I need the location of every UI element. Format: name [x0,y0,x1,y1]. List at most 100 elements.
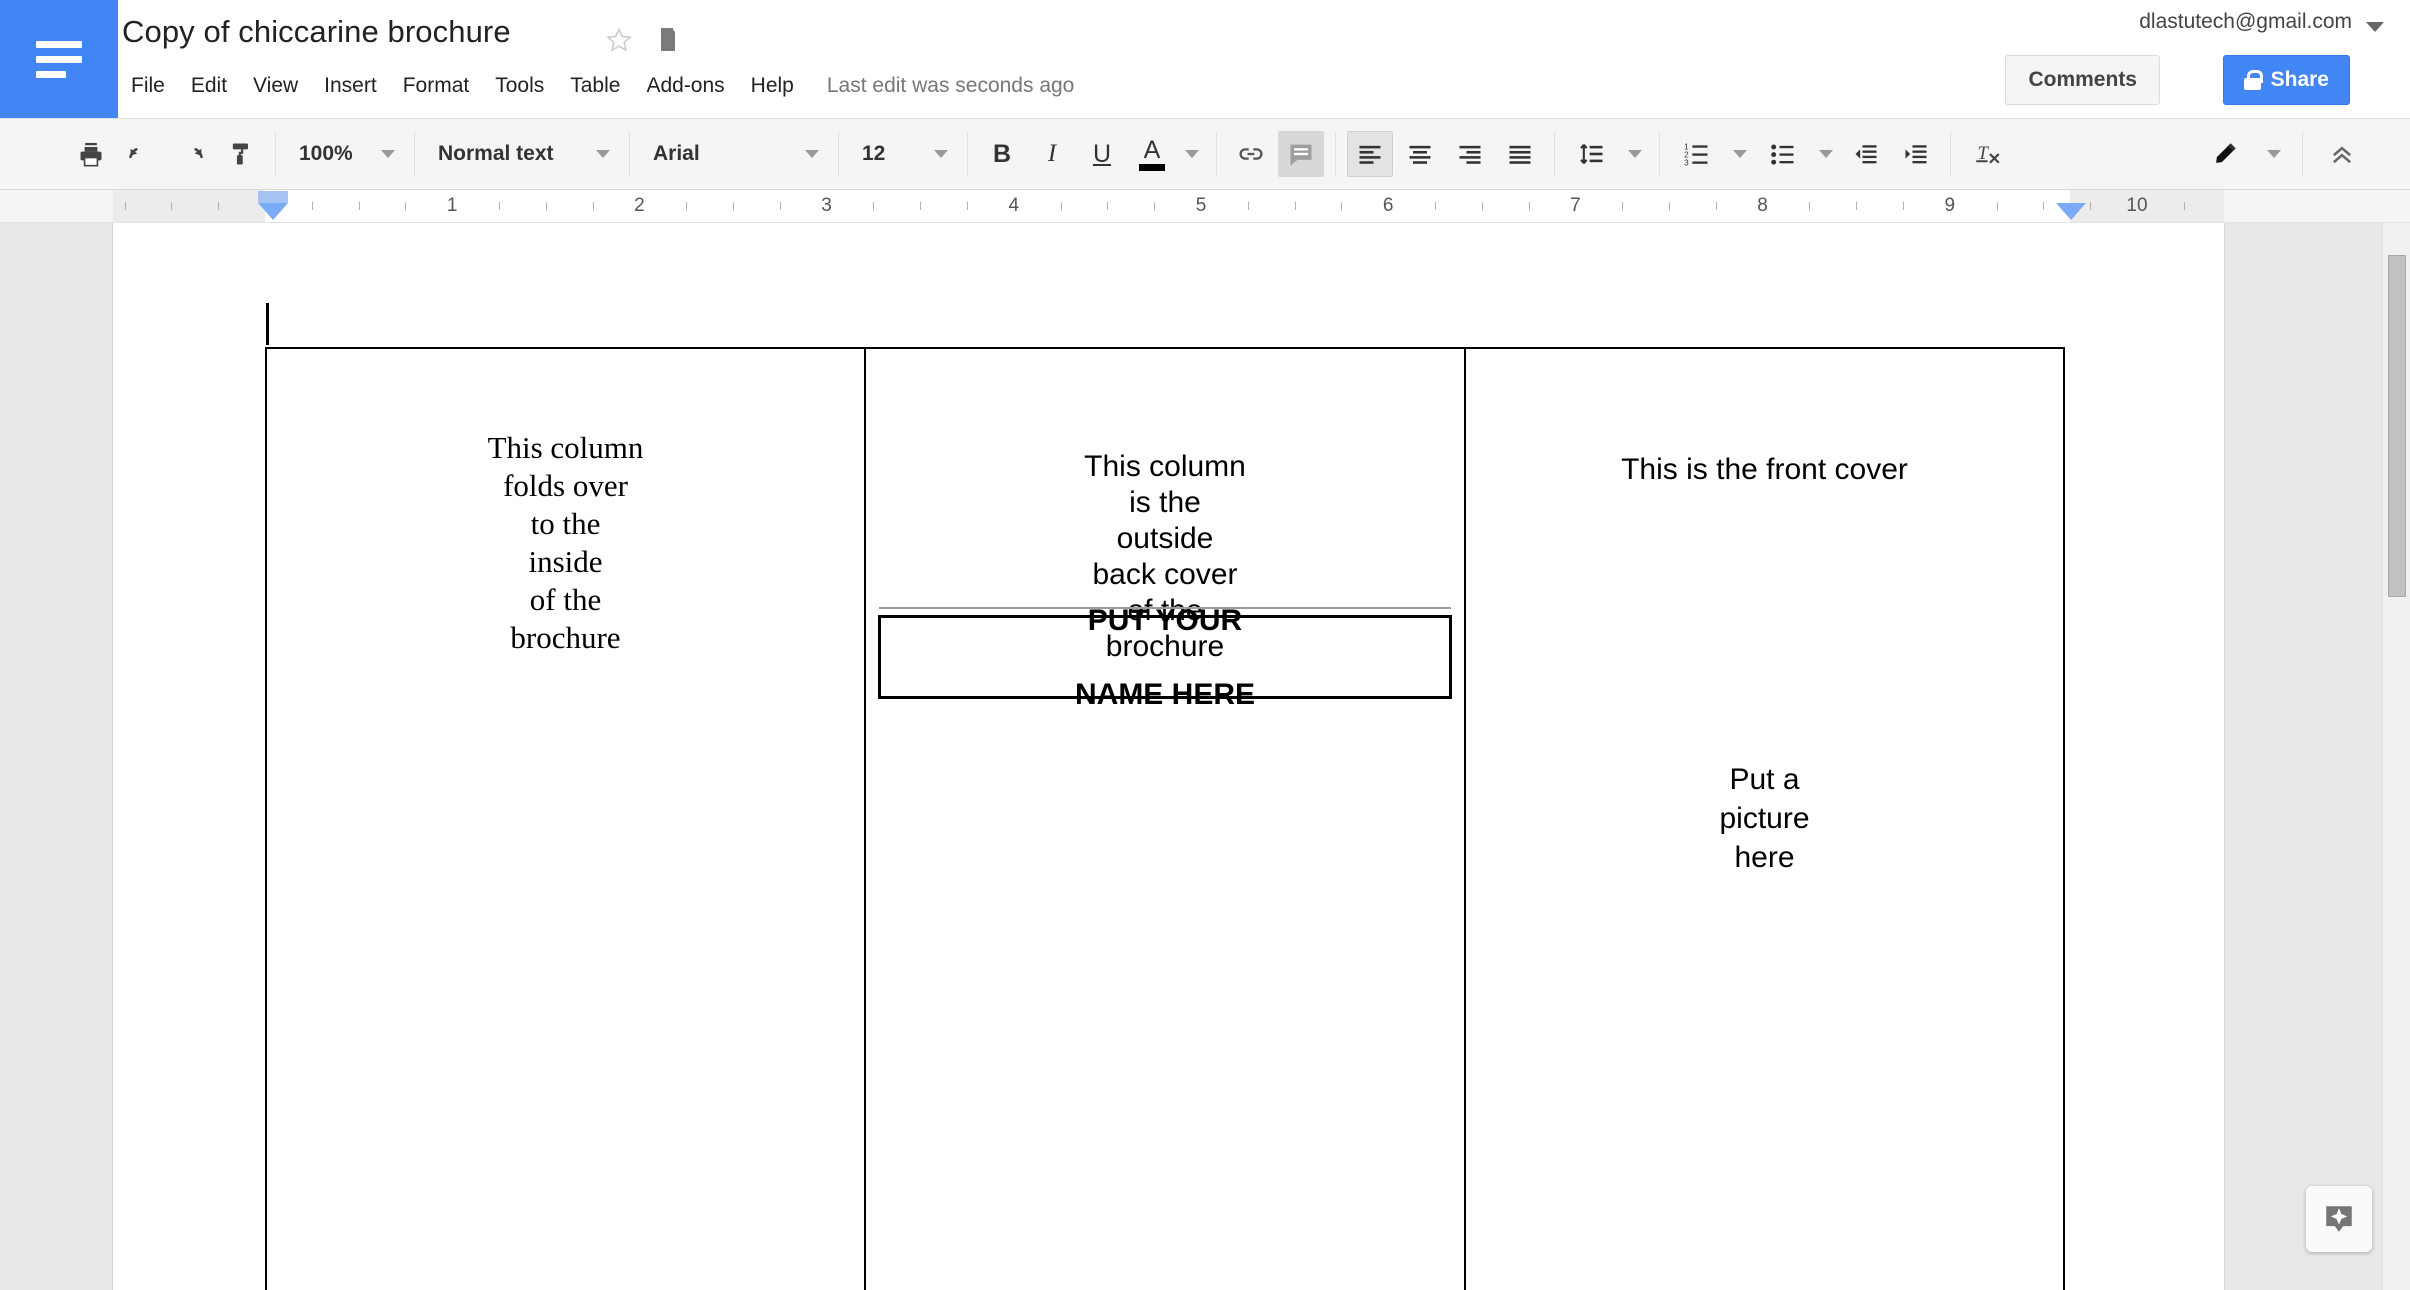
zoom-dropdown[interactable]: 100% [285,131,405,177]
comments-button-label: Comments [2028,68,2137,91]
align-left-button[interactable] [1347,131,1393,177]
numbered-list-button[interactable]: 1 2 3 [1671,131,1723,177]
ruler-page-area [113,190,2224,222]
account-email[interactable]: dlastutech@gmail.com [2139,10,2352,34]
menu-insert[interactable]: Insert [311,70,390,102]
explore-button[interactable] [2306,1186,2372,1252]
first-line-indent-marker[interactable] [258,203,288,220]
ruler-tick [967,202,968,210]
paragraph-style-value: Normal text [438,142,554,165]
ruler-tick [592,202,594,210]
print-button[interactable] [68,131,114,177]
menu-edit[interactable]: Edit [178,70,240,102]
chevron-down-icon[interactable] [2366,22,2384,32]
redo-button[interactable] [168,131,214,177]
text-color-button[interactable]: A [1129,131,1175,177]
ruler-tick [1107,202,1109,210]
explore-sparkle-icon [2326,1206,2352,1232]
toolbar-divider [629,132,630,176]
add-comment-button[interactable] [1278,131,1324,177]
align-right-button[interactable] [1447,131,1493,177]
font-size-dropdown[interactable]: 12 [848,131,958,177]
numbered-list-dropdown[interactable] [1727,131,1753,177]
brochure-column-2[interactable]: This column is the outside back cover of… [866,349,1466,1290]
underline-button[interactable]: U [1079,131,1125,177]
column1-line: folds over [503,468,628,503]
align-justify-button[interactable] [1497,131,1543,177]
paint-format-button[interactable] [218,131,264,177]
ruler-tick [358,202,360,210]
chevron-down-icon [2267,150,2281,158]
last-edit-status[interactable]: Last edit was seconds ago [827,74,1075,98]
decrease-indent-icon [1855,145,1877,164]
decrease-indent-button[interactable] [1843,131,1889,177]
ruler-number: 4 [1008,195,1020,216]
brochure-table[interactable]: This column folds over to the inside of … [265,347,2065,1290]
chevron-down-icon [1185,150,1199,158]
docs-home-logo[interactable] [0,0,118,118]
link-icon [1239,148,1263,160]
right-indent-marker[interactable] [2056,203,2086,220]
editing-mode-button[interactable] [2197,131,2253,177]
menu-table[interactable]: Table [557,70,633,102]
bulleted-list-dropdown[interactable] [1813,131,1839,177]
chevron-up-double-icon [2332,146,2352,164]
align-justify-icon [1509,145,1531,164]
paragraph-style-dropdown[interactable]: Normal text [424,131,620,177]
picture-placeholder-text: Put a picture here [1466,760,2063,877]
font-family-value: Arial [653,142,700,165]
ruler-number: 7 [1570,195,1581,216]
folder-icon[interactable] [660,26,692,52]
print-icon [80,142,102,167]
font-family-dropdown[interactable]: Arial [639,131,829,177]
ruler-tick [920,202,922,210]
toolbar-divider [2302,132,2303,176]
vertical-scrollbar[interactable] [2382,223,2410,1290]
horizontal-ruler[interactable]: 1 2 3 4 5 6 7 8 9 10 [0,190,2410,223]
column1-line: inside [528,544,603,579]
share-button[interactable]: Share [2222,55,2350,105]
menu-help[interactable]: Help [738,70,807,102]
undo-button[interactable] [118,131,164,177]
bold-button[interactable]: B [979,131,1025,177]
menu-file[interactable]: File [118,70,178,102]
menu-add-ons[interactable]: Add-ons [633,70,737,102]
front-cover-title: This is the front cover [1621,453,1908,486]
align-center-button[interactable] [1397,131,1443,177]
ruler-tick [1294,202,1296,210]
document-title[interactable]: Copy of chiccarine brochure [122,14,511,50]
ruler-tick [733,202,734,210]
increase-indent-icon [1905,145,1927,164]
svg-text:3: 3 [1684,159,1689,168]
increase-indent-button[interactable] [1893,131,1939,177]
name-box-line: PUT YOUR [1087,603,1243,637]
brochure-column-3[interactable]: This is the front cover Put a picture he… [1466,349,2063,1290]
editing-mode-dropdown[interactable] [2257,131,2291,177]
collapse-toolbar-button[interactable] [2314,131,2370,177]
menu-format[interactable]: Format [390,70,483,102]
clear-formatting-button[interactable]: T [1962,131,2018,177]
italic-button[interactable]: I [1029,131,1075,177]
ruler-left-margin [113,190,265,222]
comments-button[interactable]: Comments [2005,55,2160,105]
document-page[interactable]: This column folds over to the inside of … [113,223,2224,1290]
line-spacing-dropdown[interactable] [1622,131,1648,177]
bulleted-list-button[interactable] [1757,131,1809,177]
name-box[interactable]: PUT YOUR NAME HERE [878,604,1452,711]
ruler-tick [1996,202,1998,210]
menu-view[interactable]: View [240,70,311,102]
document-canvas[interactable]: This column folds over to the inside of … [0,223,2410,1290]
text-color-dropdown[interactable] [1179,131,1205,177]
insert-link-button[interactable] [1228,131,1274,177]
toolbar-divider [1335,132,1336,176]
chevron-down-icon [1819,150,1833,158]
left-indent-marker[interactable] [258,191,288,203]
menu-tools[interactable]: Tools [482,70,557,102]
vertical-scroll-thumb[interactable] [2388,255,2406,597]
line-spacing-button[interactable] [1566,131,1618,177]
ruler-tick [1809,202,1811,210]
brochure-column-1[interactable]: This column folds over to the inside of … [267,349,866,1290]
star-outline-icon[interactable] [604,25,634,55]
ruler-tick [2090,202,2092,210]
chevron-down-icon [596,150,610,158]
